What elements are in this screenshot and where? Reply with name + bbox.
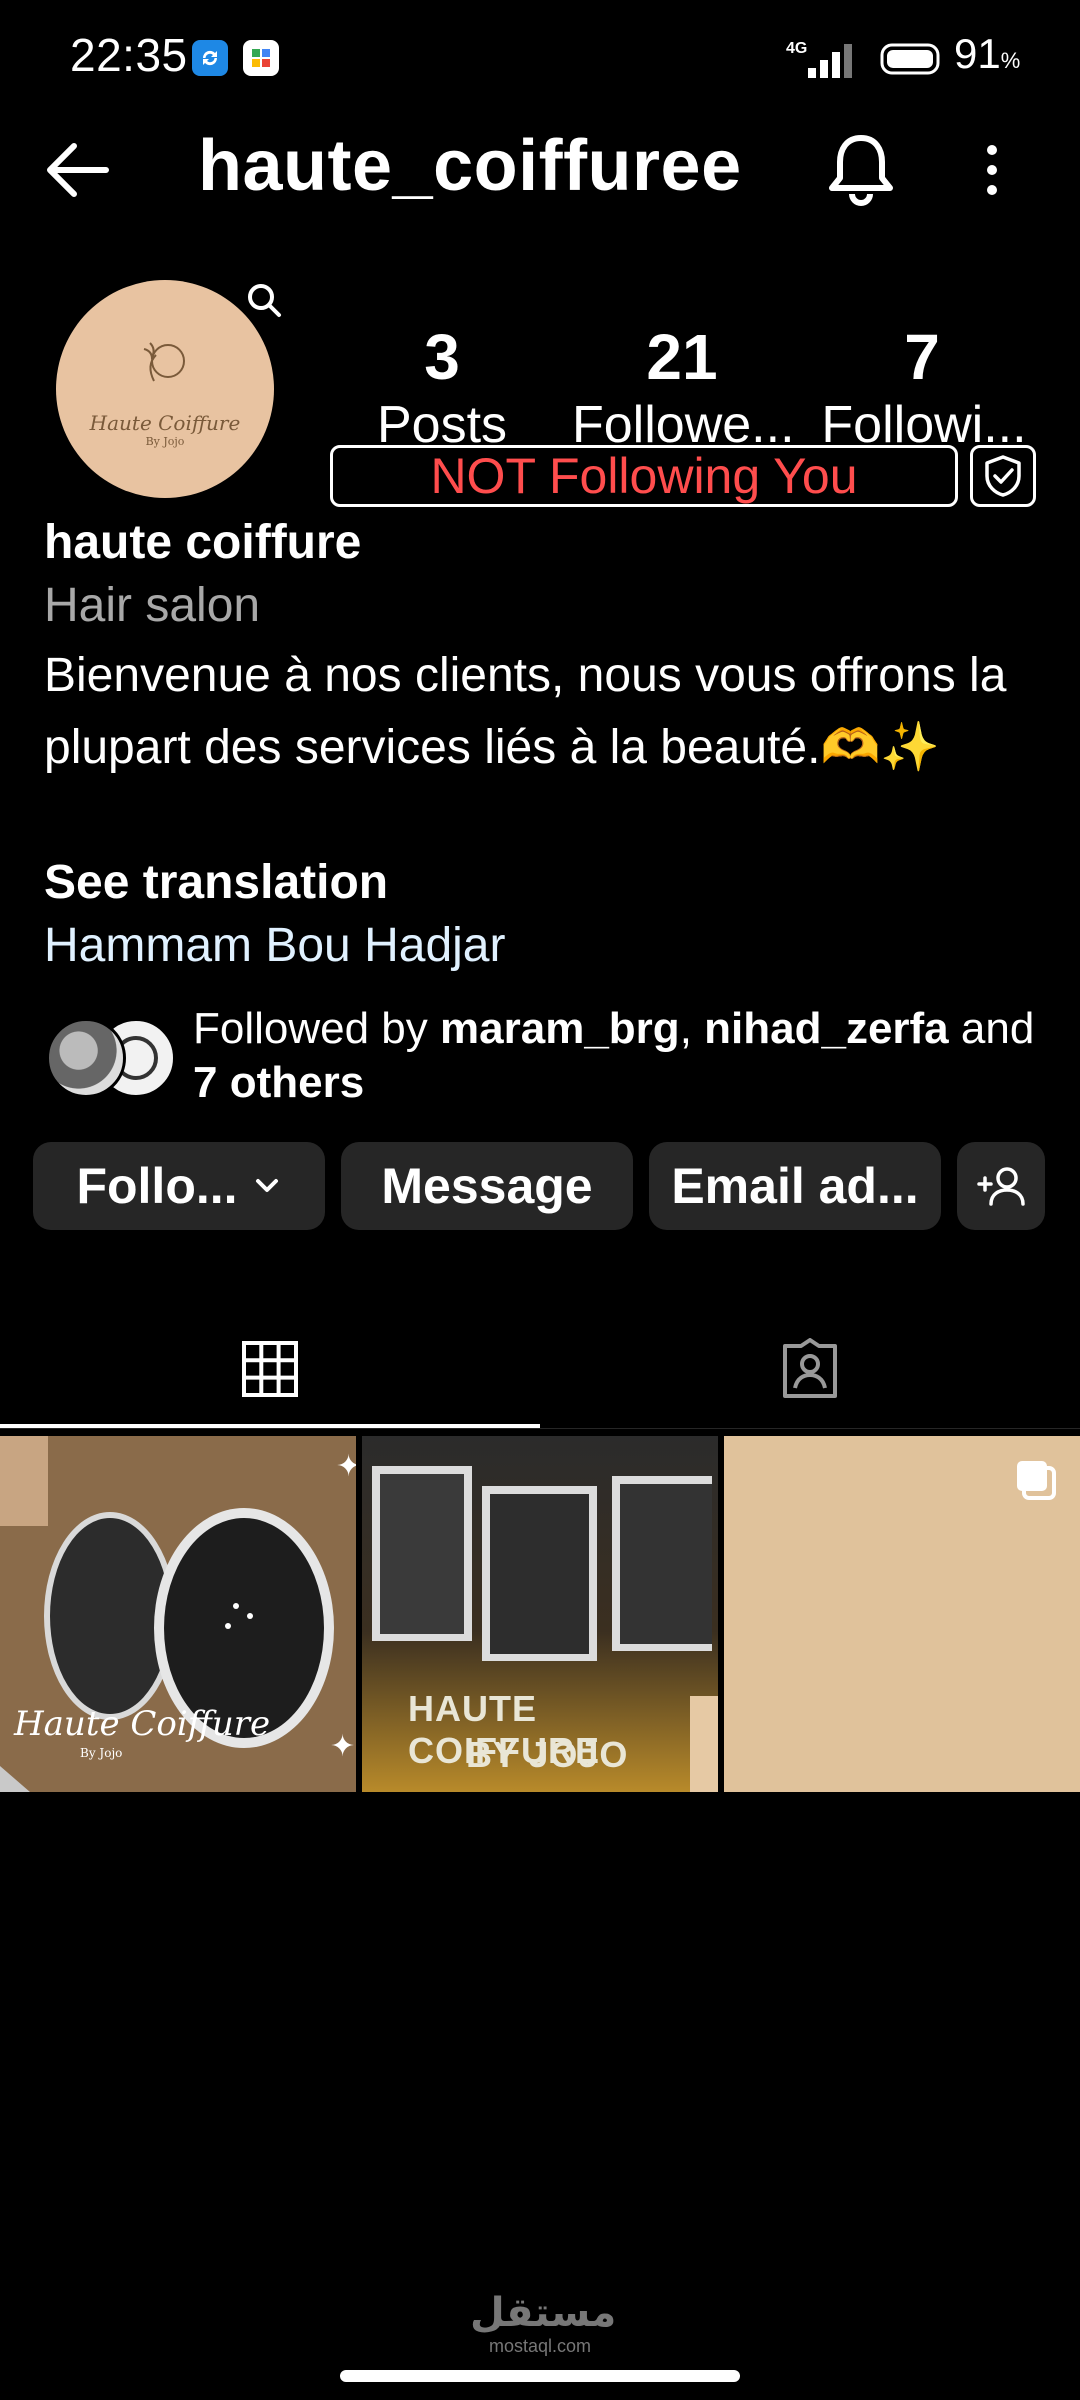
notification-bell-icon[interactable] [826,132,896,213]
home-indicator[interactable] [340,2370,740,2382]
followed-by-conjunction: and [948,1004,1035,1053]
avatar-logo-subtext: By Jojo [145,434,185,448]
svg-text:✦: ✦ [330,1730,355,1763]
watermark: مستقل mostaql.com [470,2290,617,2357]
followed-by-others[interactable]: 7 others [193,1058,364,1107]
posts-label[interactable]: Posts [332,395,552,443]
location-link[interactable]: Hammam Bou Hadjar [44,918,505,973]
following-label[interactable]: Followi... [818,395,1030,443]
watermark-arabic: مستقل [470,2291,617,2335]
posts-count[interactable]: 3 [342,320,542,394]
followed-by-user-1[interactable]: maram_brg [440,1004,680,1053]
message-button[interactable]: Message [341,1142,633,1230]
tab-posts-grid[interactable] [0,1310,540,1428]
avatar-logo-text: Haute Coiffure [89,410,241,435]
battery-value: 91 [954,30,1001,77]
not-following-you-badge: NOT Following You [330,445,958,507]
tab-tagged[interactable] [540,1310,1080,1428]
following-dropdown-button[interactable]: Follo... [33,1142,325,1230]
followed-by-text[interactable]: Followed by maram_brg, nihad_zerfa and 7 … [193,1002,1043,1110]
svg-text:✦: ✦ [336,1450,356,1483]
email-button[interactable]: Email ad... [649,1142,941,1230]
post-1-subcaption: By Jojo [80,1746,123,1760]
battery-icon [880,42,944,81]
see-translation-link[interactable]: See translation [44,855,388,910]
chevron-down-icon [255,1179,278,1192]
followed-by-separator: , [679,1004,705,1053]
battery-unit: % [1000,48,1021,73]
post-thumbnail-2[interactable]: HAUTE COIFFURE BY JOJO [362,1436,718,1792]
following-button-label: Follo... [76,1158,238,1214]
signal-icon [806,42,862,83]
sync-app-icon [192,40,228,76]
tab-divider [0,1428,1080,1429]
watermark-latin: mostaql.com [488,2336,592,2356]
followed-by-prefix: Followed by [193,1004,441,1053]
status-time: 22:35 [70,29,188,81]
back-button[interactable] [40,140,112,205]
more-options-icon[interactable] [980,140,1004,205]
post-1-caption: Haute Coiffure [14,1704,271,1744]
bio-display-name: haute coiffure [44,516,362,569]
multi-post-icon [1014,1458,1060,1509]
following-count[interactable]: 7 [822,320,1022,394]
email-button-label: Email ad... [671,1158,919,1214]
grid-icon [242,1341,298,1397]
profile-username-title: haute_coiffuree [198,126,742,206]
play-games-app-icon [243,40,279,76]
followed-by-user-2[interactable]: nihad_zerfa [704,1004,949,1053]
battery-percentage: 91% [954,30,1020,78]
profile-avatar[interactable]: Haute Coiffure By Jojo [56,280,274,498]
add-user-icon [977,1167,1025,1206]
search-icon[interactable] [244,280,284,325]
add-user-button[interactable] [957,1142,1045,1230]
post-2-subcaption: BY JOJO [466,1734,629,1775]
tagged-person-icon [783,1338,837,1398]
bio-category: Hair salon [44,579,261,632]
message-button-label: Message [381,1158,593,1214]
shield-check-icon[interactable] [970,445,1036,507]
followers-count[interactable]: 21 [582,320,782,394]
post-thumbnail-3[interactable] [724,1436,1080,1792]
bio-text: Bienvenue à nos clients, nous vous offro… [44,649,1007,774]
followers-label[interactable]: Followe... [572,395,792,443]
avatar-logo-icon [143,341,185,381]
post-thumbnail-1[interactable]: ✦ ✦ Haute Coiffure By Jojo [0,1436,356,1792]
follower-avatar-1[interactable] [46,1018,126,1098]
network-type-label: 4G [786,40,808,57]
